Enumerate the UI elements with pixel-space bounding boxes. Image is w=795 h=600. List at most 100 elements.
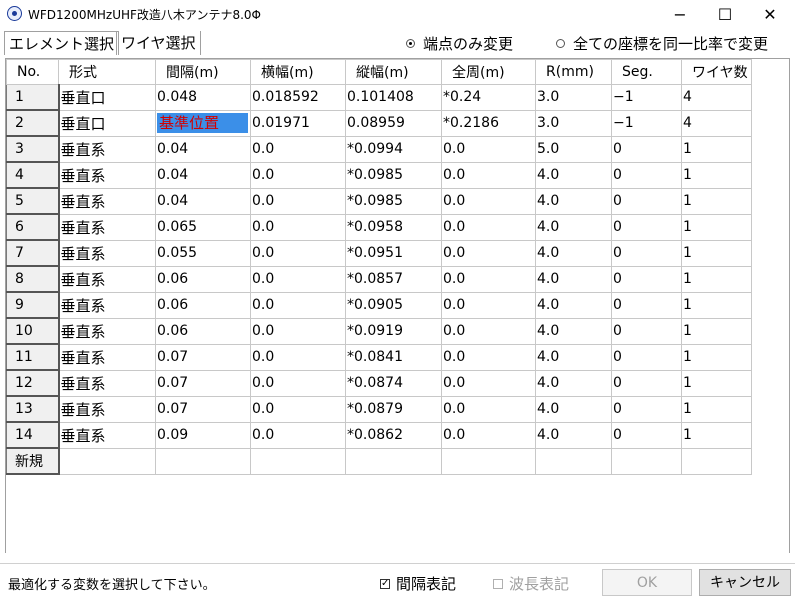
header-type[interactable]: 形式 <box>58 59 156 85</box>
cell-radius[interactable]: 4.0 <box>535 421 612 449</box>
cell-width[interactable]: 0.0 <box>250 317 346 345</box>
new-row-header[interactable]: 新規 <box>6 447 60 475</box>
cell-width[interactable]: 0.0 <box>250 161 346 189</box>
cell-segments[interactable]: 0 <box>611 239 682 267</box>
table-row[interactable]: 6 垂直系 0.065 0.0 *0.0958 0.0 4.0 0 1 <box>6 213 752 241</box>
cell-width[interactable]: 0.0 <box>250 291 346 319</box>
cell-segments[interactable]: −1 <box>611 109 682 137</box>
cell-height[interactable]: *0.0958 <box>345 213 442 241</box>
radio-endpoints-only[interactable]: 端点のみ変更 <box>406 34 513 53</box>
cell-perimeter[interactable]: 0.0 <box>441 317 536 345</box>
cell-spacing[interactable]: 0.07 <box>155 369 251 397</box>
cell-perimeter[interactable]: 0.0 <box>441 213 536 241</box>
cell-spacing[interactable]: 0.09 <box>155 421 251 449</box>
cell-type[interactable]: 垂直系 <box>58 161 156 189</box>
table-row[interactable]: 9 垂直系 0.06 0.0 *0.0905 0.0 4.0 0 1 <box>6 291 752 319</box>
cell-width[interactable]: 0.0 <box>250 187 346 215</box>
cell-spacing[interactable]: 0.04 <box>155 187 251 215</box>
table-row[interactable]: 5 垂直系 0.04 0.0 *0.0985 0.0 4.0 0 1 <box>6 187 752 215</box>
cell-no[interactable]: 14 <box>6 421 60 449</box>
cell-width[interactable]: 0.01971 <box>250 109 346 137</box>
cell-wire-count[interactable]: 1 <box>681 317 752 345</box>
cell-no[interactable]: 13 <box>6 395 60 423</box>
cell-width[interactable]: 0.0 <box>250 369 346 397</box>
table-row[interactable]: 7 垂直系 0.055 0.0 *0.0951 0.0 4.0 0 1 <box>6 239 752 267</box>
element-grid-area[interactable]: No. 形式 間隔(m) 横幅(m) 縦幅(m) 全周(m) R(mm) Seg… <box>5 58 790 553</box>
wavelength-notation-checkbox[interactable]: 波長表記 <box>493 573 569 594</box>
cell-radius[interactable]: 4.0 <box>535 317 612 345</box>
cell-radius[interactable]: 4.0 <box>535 239 612 267</box>
cell-height[interactable]: *0.0951 <box>345 239 442 267</box>
cell-height[interactable]: *0.0985 <box>345 187 442 215</box>
header-height[interactable]: 縦幅(m) <box>345 59 442 85</box>
cell-spacing[interactable]: 0.04 <box>155 135 251 163</box>
header-spacing[interactable]: 間隔(m) <box>155 59 251 85</box>
cell-width[interactable]: 0.0 <box>250 135 346 163</box>
cell-spacing[interactable]: 0.04 <box>155 161 251 189</box>
cell-type[interactable]: 垂直系 <box>58 291 156 319</box>
cell-spacing[interactable]: 0.06 <box>155 265 251 293</box>
cell-height[interactable]: *0.0879 <box>345 395 442 423</box>
new-row-cell[interactable] <box>155 447 251 475</box>
cancel-button[interactable]: キャンセル <box>699 569 791 596</box>
cell-height[interactable]: *0.0841 <box>345 343 442 371</box>
cell-type[interactable]: 垂直系 <box>58 135 156 163</box>
cell-height[interactable]: *0.0874 <box>345 369 442 397</box>
cell-width[interactable]: 0.0 <box>250 213 346 241</box>
cell-radius[interactable]: 4.0 <box>535 187 612 215</box>
cell-segments[interactable]: 0 <box>611 395 682 423</box>
cell-perimeter[interactable]: 0.0 <box>441 135 536 163</box>
cell-wire-count[interactable]: 1 <box>681 135 752 163</box>
cell-segments[interactable]: 0 <box>611 317 682 345</box>
cell-no[interactable]: 12 <box>6 369 60 397</box>
cell-segments[interactable]: −1 <box>611 84 682 111</box>
cell-wire-count[interactable]: 1 <box>681 265 752 293</box>
cell-perimeter[interactable]: 0.0 <box>441 187 536 215</box>
cell-radius[interactable]: 4.0 <box>535 395 612 423</box>
cell-spacing[interactable]: 0.055 <box>155 239 251 267</box>
cell-wire-count[interactable]: 1 <box>681 395 752 423</box>
table-row[interactable]: 14 垂直系 0.09 0.0 *0.0862 0.0 4.0 0 1 <box>6 421 752 449</box>
cell-perimeter[interactable]: 0.0 <box>441 421 536 449</box>
cell-radius[interactable]: 4.0 <box>535 291 612 319</box>
header-perimeter[interactable]: 全周(m) <box>441 59 536 85</box>
table-row[interactable]: 1 垂直口 0.048 0.018592 0.101408 *0.24 3.0 −1 4 <box>6 84 752 111</box>
table-row[interactable]: 3 垂直系 0.04 0.0 *0.0994 0.0 5.0 0 1 <box>6 135 752 163</box>
new-row-cell[interactable] <box>611 447 682 475</box>
cell-type[interactable]: 垂直系 <box>58 239 156 267</box>
cell-type[interactable]: 垂直系 <box>58 369 156 397</box>
new-row-cell[interactable] <box>681 447 752 475</box>
cell-segments[interactable]: 0 <box>611 135 682 163</box>
table-row[interactable]: 11 垂直系 0.07 0.0 *0.0841 0.0 4.0 0 1 <box>6 343 752 371</box>
cell-type[interactable]: 垂直系 <box>58 213 156 241</box>
selected-cell-spacing[interactable]: 基準位置 <box>155 109 251 137</box>
cell-type[interactable]: 垂直系 <box>58 265 156 293</box>
new-row-cell[interactable] <box>345 447 442 475</box>
cell-spacing[interactable]: 0.06 <box>155 317 251 345</box>
cell-segments[interactable]: 0 <box>611 265 682 293</box>
cell-height[interactable]: *0.0862 <box>345 421 442 449</box>
cell-no[interactable]: 6 <box>6 213 60 241</box>
ok-button[interactable]: OK <box>602 569 692 596</box>
new-row-cell[interactable] <box>535 447 612 475</box>
cell-radius[interactable]: 3.0 <box>535 84 612 111</box>
cell-segments[interactable]: 0 <box>611 213 682 241</box>
cell-wire-count[interactable]: 1 <box>681 291 752 319</box>
cell-radius[interactable]: 4.0 <box>535 369 612 397</box>
cell-no[interactable]: 1 <box>6 84 60 111</box>
cell-radius[interactable]: 4.0 <box>535 265 612 293</box>
cell-radius[interactable]: 4.0 <box>535 161 612 189</box>
header-segments[interactable]: Seg. <box>611 59 682 85</box>
cell-perimeter[interactable]: 0.0 <box>441 239 536 267</box>
cell-no[interactable]: 11 <box>6 343 60 371</box>
header-no[interactable]: No. <box>6 59 59 85</box>
cell-wire-count[interactable]: 4 <box>681 109 752 137</box>
cell-radius[interactable]: 4.0 <box>535 213 612 241</box>
cell-wire-count[interactable]: 1 <box>681 239 752 267</box>
new-row-cell[interactable] <box>441 447 536 475</box>
table-row[interactable]: 13 垂直系 0.07 0.0 *0.0879 0.0 4.0 0 1 <box>6 395 752 423</box>
table-row[interactable]: 4 垂直系 0.04 0.0 *0.0985 0.0 4.0 0 1 <box>6 161 752 189</box>
radio-scale-all-coordinates[interactable]: 全ての座標を同一比率で変更 <box>556 34 768 53</box>
cell-spacing[interactable]: 0.065 <box>155 213 251 241</box>
cell-width[interactable]: 0.0 <box>250 421 346 449</box>
